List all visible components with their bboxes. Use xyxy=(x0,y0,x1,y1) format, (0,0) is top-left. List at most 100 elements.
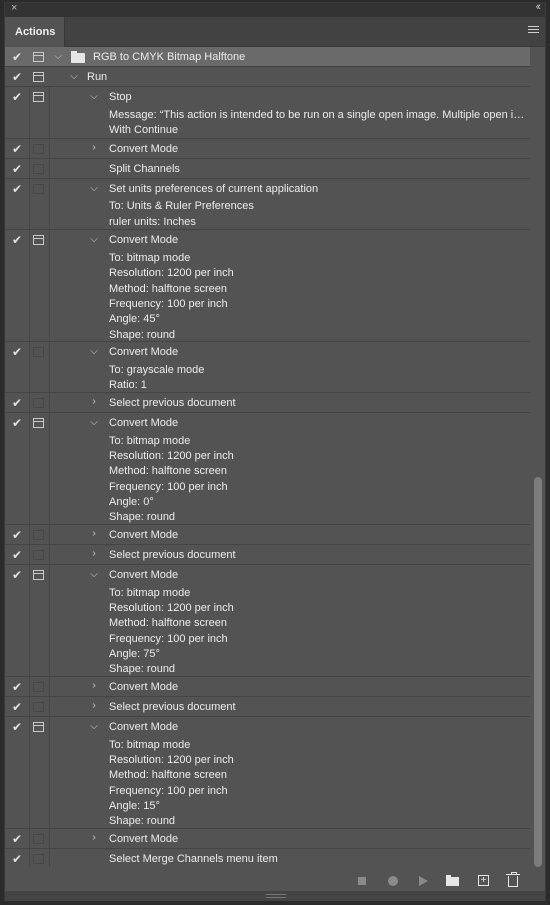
chevron-right-icon[interactable]: › xyxy=(89,832,99,843)
chevron-down-icon[interactable]: ⌵ xyxy=(89,417,99,428)
play-icon[interactable] xyxy=(419,876,428,886)
step-row[interactable]: ✔ ⌵ Convert Mode To: bitmap mode Resolut… xyxy=(5,565,530,677)
step-detail: Method: halftone screen xyxy=(109,617,228,629)
step-row[interactable]: ✔ Select Merge Channels menu item xyxy=(5,849,530,869)
actions-panel: × ‹‹ Actions ✔ ⌵ RGB to CMYK Bitmap Half… xyxy=(4,1,546,901)
chevron-down-icon[interactable]: ⌵ xyxy=(89,183,99,194)
dialog-toggle-icon[interactable] xyxy=(33,52,44,62)
chevron-right-icon[interactable]: › xyxy=(89,396,99,407)
step-row[interactable]: ✔ › Select previous document xyxy=(5,393,530,413)
chevron-down-icon[interactable]: ⌵ xyxy=(89,569,99,580)
dialog-toggle-icon[interactable] xyxy=(33,235,44,245)
dialog-toggle-icon[interactable] xyxy=(33,92,44,102)
tab-actions[interactable]: Actions xyxy=(5,17,65,47)
dialog-toggle-icon[interactable] xyxy=(33,184,44,194)
stop-icon[interactable] xyxy=(358,877,366,885)
dialog-toggle-icon[interactable] xyxy=(33,418,44,428)
step-label: Select previous document xyxy=(109,549,236,561)
delete-icon[interactable] xyxy=(506,872,520,887)
toggle-check-icon[interactable]: ✔ xyxy=(12,182,24,196)
scrollbar[interactable] xyxy=(532,47,542,867)
toggle-check-icon[interactable]: ✔ xyxy=(12,548,24,562)
dialog-toggle-icon[interactable] xyxy=(33,570,44,580)
toggle-check-icon[interactable]: ✔ xyxy=(12,528,24,542)
dialog-toggle-icon[interactable] xyxy=(33,72,44,82)
step-detail: Shape: round xyxy=(109,663,176,675)
dialog-toggle-icon[interactable] xyxy=(33,702,44,712)
dialog-toggle-icon[interactable] xyxy=(33,164,44,174)
chevron-down-icon[interactable]: ⌵ xyxy=(69,71,79,82)
toggle-check-icon[interactable]: ✔ xyxy=(12,162,24,176)
dialog-toggle-icon[interactable] xyxy=(33,854,44,864)
chevron-right-icon[interactable]: › xyxy=(89,528,99,539)
action-set-row[interactable]: ✔ ⌵ RGB to CMYK Bitmap Halftone xyxy=(5,47,530,67)
toggle-check-icon[interactable]: ✔ xyxy=(12,233,24,247)
step-label: Convert Mode xyxy=(109,681,179,693)
toggle-check-icon[interactable]: ✔ xyxy=(12,700,24,714)
grip-icon[interactable] xyxy=(266,894,286,898)
record-icon[interactable] xyxy=(388,876,398,886)
toggle-check-icon[interactable]: ✔ xyxy=(12,345,24,359)
toggle-check-icon[interactable]: ✔ xyxy=(12,852,24,866)
new-action-icon[interactable]: + xyxy=(478,875,489,886)
toggle-check-icon[interactable]: ✔ xyxy=(12,142,24,156)
step-label: Convert Mode xyxy=(109,833,179,845)
toggle-check-icon[interactable]: ✔ xyxy=(12,720,24,734)
toggle-check-icon[interactable]: ✔ xyxy=(12,396,24,410)
chevron-down-icon[interactable]: ⌵ xyxy=(89,234,99,245)
toggle-check-icon[interactable]: ✔ xyxy=(12,70,24,84)
step-row[interactable]: ✔ ⌵ Convert Mode To: bitmap mode Resolut… xyxy=(5,717,530,829)
panel-titlebar: × ‹‹ xyxy=(5,1,545,17)
toggle-check-icon[interactable]: ✔ xyxy=(12,90,24,104)
toggle-check-icon[interactable]: ✔ xyxy=(12,50,24,64)
chevron-right-icon[interactable]: › xyxy=(89,700,99,711)
dialog-toggle-icon[interactable] xyxy=(33,398,44,408)
step-row[interactable]: ✔ › Convert Mode xyxy=(5,677,530,697)
toggle-check-icon[interactable]: ✔ xyxy=(12,568,24,582)
step-label: Stop xyxy=(109,91,132,103)
step-label: Convert Mode xyxy=(109,721,179,733)
step-row[interactable]: ✔ ⌵ Set units preferences of current app… xyxy=(5,179,530,230)
step-row[interactable]: ✔ Split Channels xyxy=(5,159,530,179)
dialog-toggle-icon[interactable] xyxy=(33,530,44,540)
dialog-toggle-icon[interactable] xyxy=(33,682,44,692)
chevron-right-icon[interactable]: › xyxy=(89,680,99,691)
panel-menu-icon[interactable] xyxy=(528,26,539,36)
step-detail: Frequency: 100 per inch xyxy=(109,633,228,645)
action-row[interactable]: ✔ ⌵ Run xyxy=(5,67,530,87)
step-row[interactable]: ✔ › Convert Mode xyxy=(5,139,530,159)
step-row[interactable]: ✔ › Select previous document xyxy=(5,697,530,717)
step-row[interactable]: ✔ ⌵ Convert Mode To: bitmap mode Resolut… xyxy=(5,413,530,525)
step-row[interactable]: ✔ ⌵ Convert Mode To: bitmap mode Resolut… xyxy=(5,230,530,342)
new-set-icon[interactable] xyxy=(446,875,459,886)
toggle-check-icon[interactable]: ✔ xyxy=(12,832,24,846)
resize-handle[interactable] xyxy=(5,891,545,901)
step-detail: Shape: round xyxy=(109,815,176,827)
close-icon[interactable]: × xyxy=(11,2,17,14)
dialog-toggle-icon[interactable] xyxy=(33,550,44,560)
chevron-down-icon[interactable]: ⌵ xyxy=(89,346,99,357)
dialog-toggle-icon[interactable] xyxy=(33,722,44,732)
dialog-toggle-icon[interactable] xyxy=(33,834,44,844)
step-row[interactable]: ✔ › Select previous document xyxy=(5,545,530,565)
step-detail: Method: halftone screen xyxy=(109,465,228,477)
scrollbar-thumb[interactable] xyxy=(534,477,542,867)
toggle-check-icon[interactable]: ✔ xyxy=(12,680,24,694)
chevron-right-icon[interactable]: › xyxy=(89,142,99,153)
collapse-icon[interactable]: ‹‹ xyxy=(536,1,542,13)
toggle-check-icon[interactable]: ✔ xyxy=(12,416,24,430)
step-detail: Method: halftone screen xyxy=(109,769,228,781)
chevron-right-icon[interactable]: › xyxy=(89,548,99,559)
chevron-down-icon[interactable]: ⌵ xyxy=(89,721,99,732)
step-detail: Frequency: 100 per inch xyxy=(109,298,228,310)
step-row[interactable]: ✔ ⌵ Convert Mode To: grayscale mode Rati… xyxy=(5,342,530,393)
step-row[interactable]: ✔ ⌵ Stop Message: “This action is intend… xyxy=(5,87,530,139)
step-row[interactable]: ✔ › Convert Mode xyxy=(5,525,530,545)
chevron-down-icon[interactable]: ⌵ xyxy=(53,51,63,62)
step-row[interactable]: ✔ › Convert Mode xyxy=(5,829,530,849)
chevron-down-icon[interactable]: ⌵ xyxy=(89,91,99,102)
dialog-toggle-icon[interactable] xyxy=(33,347,44,357)
step-label: Convert Mode xyxy=(109,417,179,429)
actions-list: ✔ ⌵ RGB to CMYK Bitmap Halftone ✔ ⌵ Run … xyxy=(5,47,530,869)
dialog-toggle-icon[interactable] xyxy=(33,144,44,154)
